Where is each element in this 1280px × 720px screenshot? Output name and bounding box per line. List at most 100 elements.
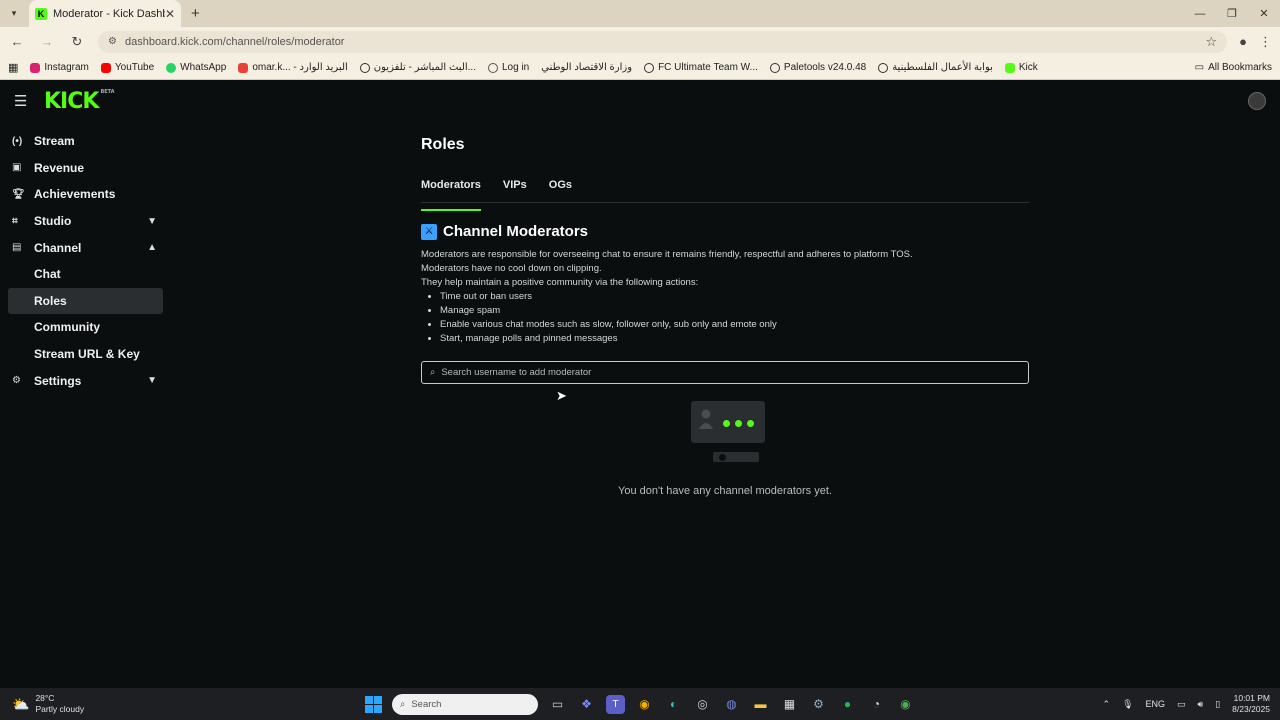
hamburger-menu-icon[interactable]: ☰ <box>14 92 30 110</box>
language-indicator[interactable]: ENG <box>1146 699 1166 709</box>
url-input[interactable]: ⚙ dashboard.kick.com/channel/roles/moder… <box>98 30 1228 53</box>
tab-moderators[interactable]: Moderators <box>421 179 481 211</box>
chevron-down-icon[interactable]: ▼ <box>147 216 157 227</box>
description-line: Moderators have no cool down on clipping… <box>421 263 602 274</box>
sidebar-item-channel[interactable]: ▤ Channel ▲ <box>8 234 163 261</box>
obs-icon[interactable]: ◔ <box>867 695 886 714</box>
sidebar-item-community[interactable]: Community <box>8 314 163 341</box>
dot-icon <box>723 420 730 427</box>
close-tab-icon[interactable]: ✕ <box>165 7 175 21</box>
search-icon: ⌕ <box>430 367 436 378</box>
globe-icon <box>878 62 889 73</box>
description-line: Moderators are responsible for overseein… <box>421 249 913 260</box>
sidebar-item-stream-url-key[interactable]: Stream URL & Key <box>8 341 163 368</box>
discord-icon[interactable]: ◍ <box>722 695 741 714</box>
bookmark-instagram[interactable]: Instagram <box>30 62 89 73</box>
tab-search-icon[interactable]: ▾ <box>5 5 23 23</box>
kick-icon <box>1004 62 1015 73</box>
tab-ogs[interactable]: OGs <box>549 179 572 202</box>
file-explorer-icon[interactable]: ▬ <box>751 695 770 714</box>
sidebar-item-revenue[interactable]: ▣ Revenue <box>8 155 163 182</box>
clock-time: 10:01 PM <box>1233 693 1270 703</box>
bookmark-fc[interactable]: FC Ultimate Team W... <box>644 62 758 73</box>
chevron-down-icon[interactable]: ▼ <box>147 375 157 386</box>
bookmark-paletools[interactable]: Paletools v24.0.48 <box>769 62 866 73</box>
restore-icon[interactable]: ❐ <box>1216 0 1248 27</box>
apps-icon[interactable]: ▦ <box>8 61 18 74</box>
bookmark-ministry[interactable]: وزارة الاقتصاد الوطني <box>541 62 632 73</box>
empty-state-illustration <box>685 401 765 463</box>
chevron-up-icon[interactable]: ▲ <box>147 242 157 253</box>
kick-logo[interactable]: KICK BETA <box>44 89 115 114</box>
bookmark-whatsapp[interactable]: WhatsApp <box>166 62 226 73</box>
avatar[interactable] <box>1248 92 1266 110</box>
forward-icon[interactable]: → <box>38 34 56 49</box>
bookmark-login[interactable]: Log in <box>487 62 529 73</box>
bookmark-star-icon[interactable]: ☆ <box>1205 34 1217 50</box>
reload-icon[interactable]: ↻ <box>68 34 86 50</box>
gear-icon: ⚙ <box>12 375 21 387</box>
new-tab-icon[interactable]: + <box>191 5 200 22</box>
taskbar-apps: ⌕ Search ▭ ❖ T ◉ ◐ ◎ ◍ ▬ ▦ ⚙ ● ◔ ◉ <box>365 693 915 715</box>
volume-icon[interactable]: 🔊︎ <box>1198 699 1204 710</box>
chevron-up-icon[interactable]: ⌃ <box>1103 699 1111 710</box>
sidebar-item-label: Settings <box>34 373 82 388</box>
dot-icon <box>747 420 754 427</box>
browser-tab[interactable]: K Moderator - Kick Dashboard ✕ <box>29 0 181 27</box>
profile-icon[interactable]: ● <box>1239 34 1247 49</box>
globe-icon <box>359 62 370 73</box>
studio-icon: ⌗ <box>12 215 18 227</box>
bookmark-label: omar.k... - البريد الوارد <box>252 62 348 73</box>
site-info-icon[interactable]: ⚙ <box>108 36 117 47</box>
all-bookmarks[interactable]: ▭ All Bookmarks <box>1195 62 1272 73</box>
steam-icon[interactable]: ◎ <box>693 695 712 714</box>
teams-icon[interactable]: T <box>606 694 625 714</box>
bookmark-youtube[interactable]: YouTube <box>100 62 154 73</box>
revenue-icon: ▣ <box>12 162 22 174</box>
task-view-icon[interactable]: ▭ <box>548 695 567 714</box>
settings-icon[interactable]: ⚙ <box>809 695 828 714</box>
back-icon[interactable]: ← <box>8 34 26 49</box>
copilot-icon[interactable]: ❖ <box>577 695 596 714</box>
sidebar-item-stream[interactable]: (•) Stream <box>8 128 163 155</box>
list-item: Start, manage polls and pinned messages <box>440 332 1029 346</box>
windows-start-icon[interactable] <box>365 695 382 713</box>
sidebar-item-settings[interactable]: ⚙ Settings ▼ <box>8 367 163 394</box>
sidebar-item-label: Channel <box>34 240 82 255</box>
store-icon[interactable]: ▦ <box>780 695 799 714</box>
login-icon <box>487 62 498 73</box>
bookmark-kick[interactable]: Kick <box>1004 62 1038 73</box>
spotify-icon[interactable]: ● <box>838 695 857 714</box>
minimize-icon[interactable]: — <box>1184 0 1216 27</box>
sidebar-item-label: Stream URL & Key <box>34 347 140 362</box>
bookmark-business[interactable]: بوابة الأعمال الفلسطينية <box>878 62 993 73</box>
network-icon[interactable]: ▭ <box>1177 699 1186 710</box>
sidebar-item-label: Community <box>34 320 100 335</box>
bookmark-live[interactable]: البث المباشر - تلفزيون... <box>359 62 476 73</box>
sidebar-item-studio[interactable]: ⌗ Studio ▼ <box>8 208 163 235</box>
taskbar-search-label: Search <box>411 698 442 710</box>
microphone-icon[interactable]: 🎙︎ <box>1122 699 1133 710</box>
tab-vips[interactable]: VIPs <box>503 179 527 202</box>
sidebar-item-roles[interactable]: Roles <box>8 287 163 315</box>
moderator-search-input[interactable]: ⌕ Search username to add moderator <box>421 361 1029 384</box>
sidebar-item-label: Chat <box>34 267 61 282</box>
logo-text: KICK <box>44 88 99 114</box>
menu-icon[interactable]: ⋮ <box>1259 34 1272 50</box>
instagram-icon <box>30 62 41 73</box>
chrome-icon[interactable]: ◉ <box>635 695 654 714</box>
clock[interactable]: 10:01 PM 8/23/2025 <box>1232 693 1270 715</box>
edge-icon[interactable]: ◐ <box>664 695 683 714</box>
taskbar-search[interactable]: ⌕ Search <box>392 693 538 715</box>
tab-title: Moderator - Kick Dashboard <box>53 7 165 20</box>
all-bookmarks-label: All Bookmarks <box>1208 62 1272 73</box>
sidebar-item-chat[interactable]: Chat <box>8 261 163 288</box>
browser-window: ▾ K Moderator - Kick Dashboard ✕ + — ❐ ✕… <box>0 0 1280 80</box>
sidebar-item-achievements[interactable]: 🏆︎ Achievements <box>8 181 163 208</box>
tab-bar: ▾ K Moderator - Kick Dashboard ✕ + — ❐ ✕ <box>0 0 1280 27</box>
chrome-active-icon[interactable]: ◉ <box>896 695 915 714</box>
battery-icon[interactable]: ▯ <box>1215 699 1220 710</box>
bookmark-gmail[interactable]: omar.k... - البريد الوارد <box>238 62 348 73</box>
close-window-icon[interactable]: ✕ <box>1248 0 1280 27</box>
weather-widget[interactable]: ⛅ 28°C Partly cloudy <box>12 693 84 715</box>
